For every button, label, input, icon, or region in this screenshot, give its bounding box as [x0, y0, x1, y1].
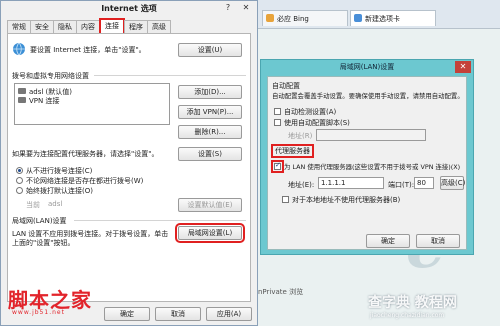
options-tabs: 常规 安全 隐私 内容 连接 程序 高级 [7, 18, 171, 34]
use-proxy-checkbox[interactable] [271, 160, 284, 173]
browser-tab-label: 必应 Bing [277, 15, 309, 23]
current-default-value: adsl [48, 200, 63, 208]
tab-security[interactable]: 安全 [30, 20, 54, 33]
port-label: 端口(T): [388, 181, 415, 189]
add-connection-button[interactable]: 添加(D)... [178, 85, 242, 99]
close-icon[interactable]: ✕ [455, 61, 471, 73]
vpn-icon [18, 97, 26, 103]
section-divider [94, 75, 246, 76]
lan-settings-dialog: 局域网(LAN)设置 ✕ 自动配置 自动配置会覆盖手动设置。要确保使用手动设置，… [260, 59, 474, 255]
setup-button[interactable]: 设置(U) [178, 43, 242, 57]
radio-dial-when-absent[interactable] [16, 177, 23, 184]
chazidian-watermark-title: 查字典 教程网 [368, 295, 457, 311]
setup-description: 要设置 Internet 连接，单击"设置"。 [30, 46, 146, 54]
ok-button[interactable]: 确定 [104, 307, 150, 321]
chazidian-watermark-url: jiaocheng.chazidian.com [370, 312, 445, 319]
bypass-local-checkbox[interactable] [282, 196, 289, 203]
current-default-label: 当前 [26, 201, 40, 209]
browser-tab-bing[interactable]: 必应 Bing [262, 10, 348, 26]
globe-network-icon [13, 42, 25, 56]
proxy-server-title: 代理服务器 [271, 144, 314, 158]
proxy-address-label: 地址(E): [288, 181, 315, 189]
auto-script-checkbox[interactable] [274, 119, 281, 126]
delete-connection-button[interactable]: 删除(R)... [178, 125, 242, 139]
close-icon[interactable]: ✕ [239, 2, 253, 14]
bypass-local-label: 对于本地地址不使用代理服务器(B) [292, 196, 401, 204]
lan-description-line2: 上面的"设置"按钮。 [12, 239, 75, 247]
radio-always-dial[interactable] [16, 187, 23, 194]
window-title: Internet 选项 [1, 1, 257, 17]
lan-settings-button[interactable]: 局域网设置(L) [175, 223, 245, 243]
proxy-config-note: 如果要为连接配置代理服务器，请选择"设置"。 [12, 150, 159, 158]
proxy-address-input[interactable]: 1.1.1.1 [318, 177, 384, 189]
browser-tab-new[interactable]: 新建选项卡 [350, 10, 436, 26]
apply-button[interactable]: 应用(A) [206, 307, 252, 321]
tab-connections[interactable]: 连接 [99, 18, 125, 33]
inprivate-status-text: nPrivate 浏览 [258, 288, 304, 296]
dialup-section-title: 拨号和虚拟专用网络设置 [12, 72, 89, 80]
advanced-button[interactable]: 高级(C) [440, 176, 465, 190]
use-proxy-label: 为 LAN 使用代理服务器(这些设置不用于拨号或 VPN 连接)(X) [284, 163, 461, 171]
cancel-button[interactable]: 取消 [155, 307, 201, 321]
radio-dial-when-absent-label: 不论网络连接是否存在都进行拨号(W) [26, 177, 144, 185]
port-input[interactable]: 80 [414, 177, 434, 189]
tab-content[interactable]: 内容 [76, 20, 100, 33]
modem-icon [18, 88, 26, 94]
browser-tab-label: 新建选项卡 [365, 15, 400, 23]
connection-list[interactable]: adsl (默认值) VPN 连接 [14, 83, 170, 125]
tab-general[interactable]: 常规 [7, 20, 31, 33]
section-divider [74, 220, 246, 221]
dialog-title: 局域网(LAN)设置 [339, 63, 395, 71]
connection-item-vpn[interactable]: VPN 连接 [29, 96, 59, 106]
script-address-label: 地址(R) [288, 132, 313, 140]
jb51-watermark-url: www.jb51.net [12, 309, 65, 316]
set-default-button[interactable]: 设置默认值(E) [178, 198, 242, 212]
lan-section-title: 局域网(LAN)设置 [12, 217, 67, 225]
auto-config-title: 自动配置 [272, 82, 300, 90]
add-vpn-button[interactable]: 添加 VPN(P)... [178, 105, 242, 119]
auto-detect-checkbox[interactable] [274, 108, 281, 115]
radio-always-dial-label: 始终拨打默认连接(O) [26, 187, 93, 195]
auto-config-description: 自动配置会覆盖手动设置。要确保使用手动设置，请禁用自动配置。 [272, 92, 464, 100]
internet-options-window: Internet 选项 ? ✕ 常规 安全 隐私 内容 连接 程序 高级 要设置… [0, 0, 258, 326]
auto-detect-label: 自动检测设置(A) [284, 108, 337, 116]
connection-settings-button[interactable]: 设置(S) [178, 147, 242, 161]
script-address-input[interactable] [316, 129, 426, 141]
lan-dialog-body: 自动配置 自动配置会覆盖手动设置。要确保使用手动设置，请禁用自动配置。 自动检测… [267, 76, 467, 250]
lan-ok-button[interactable]: 确定 [366, 234, 410, 248]
tab-programs[interactable]: 程序 [124, 20, 148, 33]
help-icon[interactable]: ? [221, 2, 235, 14]
auto-script-label: 使用自动配置脚本(S) [284, 119, 350, 127]
new-tab-favicon-icon [354, 14, 362, 22]
browser-tabbar: 必应 Bing 新建选项卡 [256, 6, 500, 28]
tab-advanced[interactable]: 高级 [147, 20, 171, 33]
lan-cancel-button[interactable]: 取消 [416, 234, 460, 248]
bing-favicon-icon [266, 14, 274, 22]
connections-panel: 要设置 Internet 连接，单击"设置"。 设置(U) 拨号和虚拟专用网络设… [7, 33, 251, 302]
radio-never-dial[interactable] [16, 167, 23, 174]
radio-never-dial-label: 从不进行拨号连接(C) [26, 167, 93, 175]
tab-privacy[interactable]: 隐私 [53, 20, 77, 33]
